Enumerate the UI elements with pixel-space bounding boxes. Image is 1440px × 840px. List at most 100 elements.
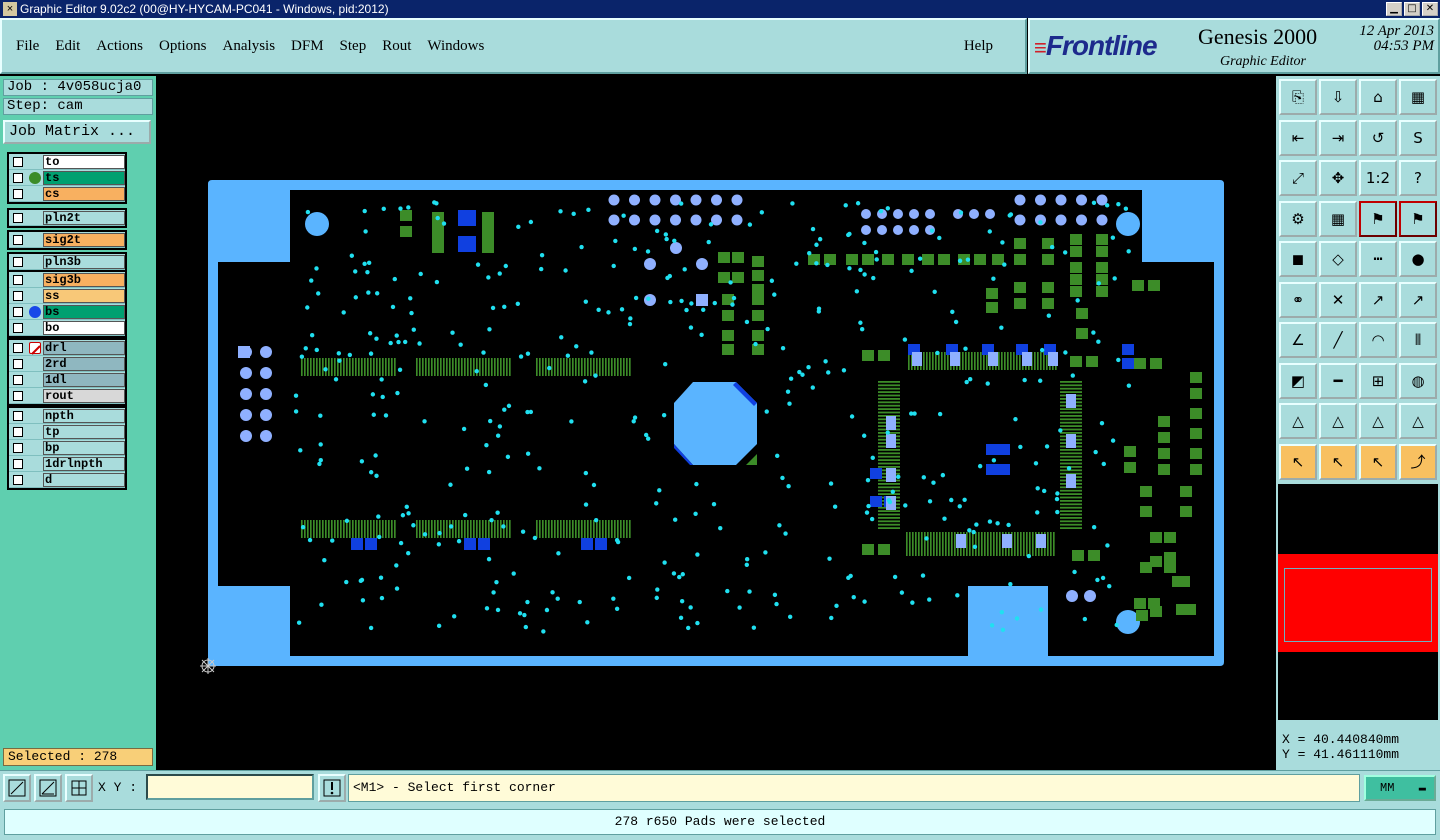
layer-checkbox[interactable] — [13, 189, 23, 199]
layer-name[interactable]: drl — [43, 341, 125, 355]
layer-row-to[interactable]: to — [9, 154, 125, 170]
select-point-icon[interactable]: ↖ — [1359, 443, 1397, 480]
triangle-b-icon[interactable]: △ — [1359, 403, 1397, 439]
layer-checkbox[interactable] — [13, 307, 23, 317]
layer-row-sig2t[interactable]: sig2t — [9, 232, 125, 248]
triangle-red-icon[interactable]: △ — [1279, 403, 1317, 439]
menu-file[interactable]: File — [16, 38, 39, 55]
menu-help[interactable]: Help — [964, 38, 993, 55]
fill-mode-icon[interactable]: ◼ — [1279, 241, 1317, 277]
minimap-viewport[interactable] — [1284, 568, 1432, 642]
parallel-icon[interactable]: ⫴ — [1399, 322, 1437, 358]
layer-display-icon[interactable]: ⚑ — [1359, 200, 1397, 237]
arc-icon[interactable]: ◠ — [1359, 322, 1397, 358]
layer-name[interactable]: pln3b — [43, 255, 125, 269]
menu-analysis[interactable]: Analysis — [223, 38, 276, 55]
angle-icon[interactable]: ∠ — [1279, 322, 1317, 358]
layer-name[interactable]: 2rd — [43, 357, 125, 371]
pcb-view[interactable] — [156, 76, 1276, 770]
menu-step[interactable]: Step — [340, 38, 367, 55]
alert-icon[interactable] — [318, 774, 346, 802]
pad-add-icon[interactable]: ◩ — [1279, 362, 1317, 399]
open-job-icon[interactable]: ⎘ — [1279, 79, 1317, 115]
layer-row-2rd[interactable]: 2rd — [9, 356, 125, 372]
layer-name[interactable]: npth — [43, 409, 125, 423]
layer-checkbox[interactable] — [13, 157, 23, 167]
snap-arrow-icon[interactable] — [3, 774, 31, 802]
menu-dfm[interactable]: DFM — [291, 38, 324, 55]
layer-row-pln3b[interactable]: pln3b — [9, 254, 125, 270]
layer-name[interactable]: pln2t — [43, 211, 125, 225]
layer-name[interactable]: 1dl — [43, 373, 125, 387]
layer-row-drl[interactable]: drl — [9, 340, 125, 356]
layer-row-cs[interactable]: cs — [9, 186, 125, 202]
layer-checkbox[interactable] — [13, 291, 23, 301]
layer-row-d[interactable]: d — [9, 472, 125, 488]
window-icon[interactable]: ▦ — [1399, 79, 1437, 115]
help-icon[interactable]: ? — [1399, 160, 1437, 196]
layer-checkbox[interactable] — [13, 323, 23, 333]
layer-row-tp[interactable]: tp — [9, 424, 125, 440]
menu-rout[interactable]: Rout — [382, 38, 411, 55]
snap-grid-icon[interactable] — [65, 774, 93, 802]
outline-mode-icon[interactable]: ◇ — [1319, 241, 1357, 277]
layer-row-bo[interactable]: bo — [9, 320, 125, 336]
select-net-icon[interactable]: ⤴ — [1399, 443, 1437, 480]
layer-row-ts[interactable]: ts — [9, 170, 125, 186]
close-button[interactable]: ✕ — [1422, 2, 1438, 16]
menu-actions[interactable]: Actions — [96, 38, 143, 55]
measure-icon[interactable]: ⚙ — [1279, 200, 1317, 237]
menu-edit[interactable]: Edit — [55, 38, 80, 55]
zoom-back-icon[interactable]: ⇤ — [1279, 119, 1317, 156]
layer-name[interactable]: sig2t — [43, 233, 125, 247]
job-matrix-button[interactable]: Job Matrix ... — [3, 120, 151, 144]
layer-name[interactable]: tp — [43, 425, 125, 439]
net-red-icon[interactable]: ↗ — [1359, 281, 1397, 318]
snap-icon[interactable]: S — [1399, 119, 1437, 156]
layer-checkbox[interactable] — [13, 475, 23, 485]
layer-name[interactable]: sig3b — [43, 273, 125, 287]
select-box-icon[interactable]: ↖ — [1319, 443, 1357, 480]
layer-name[interactable]: 1drlnpth — [43, 457, 125, 471]
layer-row-1drlnpth[interactable]: 1drlnpth — [9, 456, 125, 472]
zoom-fit-icon[interactable]: ⤢ — [1279, 160, 1317, 196]
layer-name[interactable]: bp — [43, 441, 125, 455]
layer-name[interactable]: cs — [43, 187, 125, 201]
layer-checkbox[interactable] — [13, 391, 23, 401]
layer-row-sig3b[interactable]: sig3b — [9, 272, 125, 288]
layer-checkbox[interactable] — [13, 459, 23, 469]
minimize-button[interactable]: ▁ — [1386, 2, 1402, 16]
xy-input[interactable] — [146, 774, 314, 800]
layer-checkbox[interactable] — [13, 235, 23, 245]
layer-panel-icon[interactable]: ⚑ — [1399, 200, 1437, 237]
layer-row-rout[interactable]: rout — [9, 388, 125, 404]
layer-checkbox[interactable] — [13, 359, 23, 369]
layer-name[interactable]: to — [43, 155, 125, 169]
net-blue-icon[interactable]: ↗ — [1399, 281, 1437, 318]
graphic-canvas[interactable] — [156, 76, 1276, 770]
connect-icon[interactable]: ⚭ — [1279, 281, 1317, 318]
layer-name[interactable]: bo — [43, 321, 125, 335]
layer-name[interactable]: bs — [43, 305, 125, 319]
layer-name[interactable]: ss — [43, 289, 125, 303]
minimap[interactable] — [1278, 484, 1438, 720]
ruler-icon[interactable]: ┅ — [1359, 241, 1397, 277]
layer-name[interactable]: rout — [43, 389, 125, 403]
layer-name[interactable]: d — [43, 473, 125, 487]
grid-icon[interactable]: ▦ — [1319, 200, 1357, 237]
layer-row-pln2t[interactable]: pln2t — [9, 210, 125, 226]
save-icon[interactable]: ⇩ — [1319, 79, 1357, 115]
menu-options[interactable]: Options — [159, 38, 207, 55]
home-icon[interactable]: ⌂ — [1359, 79, 1397, 115]
zoom-1-2-icon[interactable]: 1:2 — [1359, 160, 1397, 196]
layer-checkbox[interactable] — [13, 213, 23, 223]
resize-icon[interactable]: ⊞ — [1359, 362, 1397, 399]
triangle-c-icon[interactable]: △ — [1399, 403, 1437, 439]
snap-angle-icon[interactable] — [34, 774, 62, 802]
maximize-button[interactable]: □ — [1404, 2, 1420, 16]
layer-checkbox[interactable] — [13, 257, 23, 267]
pad-mode-icon[interactable]: ● — [1399, 241, 1437, 277]
select-arrow-icon[interactable]: ↖ — [1279, 443, 1317, 480]
layer-checkbox[interactable] — [13, 275, 23, 285]
minus-icon[interactable]: ━ — [1319, 362, 1357, 399]
